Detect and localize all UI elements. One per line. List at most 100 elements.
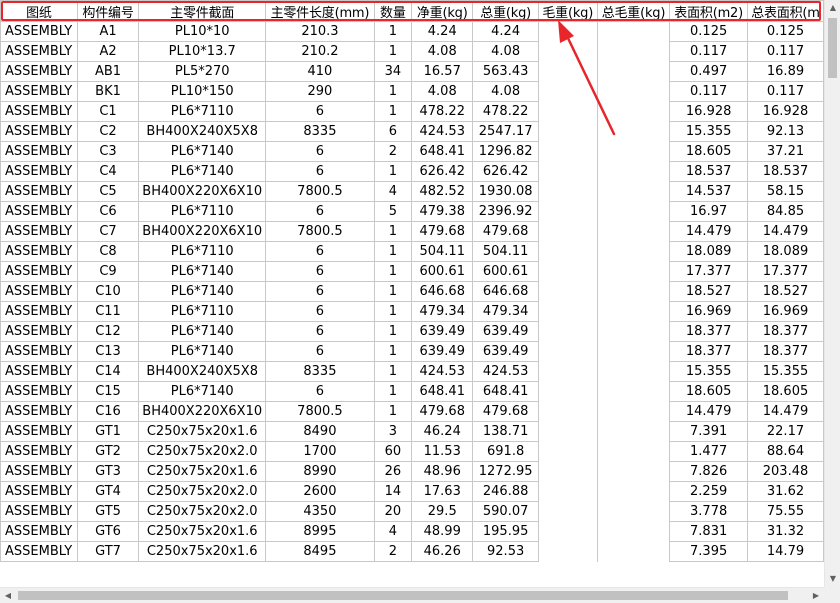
net-weight-cell[interactable]: 48.96 [411,461,474,482]
surface-area-cell[interactable]: 2.259 [669,481,748,502]
part-id-cell[interactable]: C1 [76,101,140,122]
triangle-right-icon[interactable]: ▶ [808,588,824,603]
gross-weight-cell[interactable] [537,61,598,82]
part-id-cell[interactable]: C15 [76,381,140,402]
table-row[interactable]: ASSEMBLY GT4 C250x75x20x2.0 2600 14 17.63 246.… [0,481,824,502]
part-id-cell[interactable]: C9 [76,261,140,282]
length-cell[interactable]: 2600 [265,481,375,502]
gross-weight-cell[interactable] [537,321,598,342]
drawing-cell[interactable]: ASSEMBLY [0,301,78,322]
quantity-cell[interactable]: 34 [373,61,413,82]
total-weight-cell[interactable]: 479.34 [472,301,539,322]
net-weight-cell[interactable]: 11.53 [411,441,474,462]
part-id-cell[interactable]: C10 [76,281,140,302]
length-cell[interactable]: 6 [265,161,375,182]
length-cell[interactable]: 4350 [265,501,375,522]
total-gross-weight-cell[interactable] [596,401,671,422]
surface-area-cell[interactable]: 18.527 [669,281,748,302]
quantity-cell[interactable]: 1 [373,281,413,302]
table-row[interactable]: ASSEMBLY BK1 PL10*150 290 1 4.08 4.08 0.117 0.11… [0,81,824,102]
total-weight-cell[interactable]: 639.49 [472,341,539,362]
length-cell[interactable]: 290 [265,81,375,102]
total-weight-cell[interactable]: 246.88 [472,481,539,502]
section-cell[interactable]: C250x75x20x1.6 [138,421,267,442]
surface-area-cell[interactable]: 18.089 [669,241,748,262]
length-cell[interactable]: 6 [265,261,375,282]
section-cell[interactable]: PL6*7110 [138,241,267,262]
gross-weight-cell[interactable] [537,441,598,462]
table-row[interactable]: ASSEMBLY C2 BH400X240X5X8 8335 6 424.53 2547.1… [0,121,824,142]
surface-area-cell[interactable]: 1.477 [669,441,748,462]
quantity-cell[interactable]: 1 [373,321,413,342]
total-surface-area-cell[interactable]: 16.928 [747,101,824,122]
total-weight-cell[interactable]: 1272.95 [472,461,539,482]
total-weight-cell[interactable]: 4.08 [472,41,539,62]
net-weight-cell[interactable]: 4.08 [411,81,474,102]
net-weight-cell[interactable]: 48.99 [411,521,474,542]
drawing-cell[interactable]: ASSEMBLY [0,61,78,82]
total-weight-cell[interactable]: 4.08 [472,81,539,102]
section-cell[interactable]: PL6*7140 [138,141,267,162]
surface-area-cell[interactable]: 18.605 [669,141,748,162]
column-header[interactable]: 图纸 [0,0,78,22]
table-row[interactable]: ASSEMBLY C16 BH400X220X6X10 7800.5 1 479.68 47… [0,401,824,422]
surface-area-cell[interactable]: 14.537 [669,181,748,202]
surface-area-cell[interactable]: 15.355 [669,121,748,142]
part-id-cell[interactable]: GT2 [76,441,140,462]
drawing-cell[interactable]: ASSEMBLY [0,81,78,102]
total-surface-area-cell[interactable]: 15.355 [747,361,824,382]
table-row[interactable]: ASSEMBLY C11 PL6*7110 6 1 479.34 479.34 16.969 1… [0,301,824,322]
horizontal-scrollbar[interactable]: ◀ ▶ [0,587,824,603]
total-surface-area-cell[interactable]: 0.117 [747,81,824,102]
table-row[interactable]: ASSEMBLY C6 PL6*7110 6 5 479.38 2396.92 16.97 84… [0,201,824,222]
part-id-cell[interactable]: C14 [76,361,140,382]
net-weight-cell[interactable]: 626.42 [411,161,474,182]
drawing-cell[interactable]: ASSEMBLY [0,261,78,282]
surface-area-cell[interactable]: 18.377 [669,321,748,342]
net-weight-cell[interactable]: 600.61 [411,261,474,282]
column-header[interactable]: 总表面积(m [747,0,824,22]
total-weight-cell[interactable]: 2547.17 [472,121,539,142]
part-id-cell[interactable]: GT3 [76,461,140,482]
part-id-cell[interactable]: C12 [76,321,140,342]
part-id-cell[interactable]: GT1 [76,421,140,442]
part-id-cell[interactable]: A1 [76,21,140,42]
total-weight-cell[interactable]: 1930.08 [472,181,539,202]
total-surface-area-cell[interactable]: 88.64 [747,441,824,462]
section-cell[interactable]: PL10*13.7 [138,41,267,62]
section-cell[interactable]: BH400X220X6X10 [138,221,267,242]
total-weight-cell[interactable]: 4.24 [472,21,539,42]
table-row[interactable]: ASSEMBLY GT2 C250x75x20x2.0 1700 60 11.53 691.… [0,441,824,462]
net-weight-cell[interactable]: 504.11 [411,241,474,262]
column-header[interactable]: 总重(kg) [472,0,539,22]
quantity-cell[interactable]: 4 [373,181,413,202]
total-gross-weight-cell[interactable] [596,461,671,482]
total-gross-weight-cell[interactable] [596,261,671,282]
total-surface-area-cell[interactable]: 92.13 [747,121,824,142]
surface-area-cell[interactable]: 15.355 [669,361,748,382]
surface-area-cell[interactable]: 7.831 [669,521,748,542]
drawing-cell[interactable]: ASSEMBLY [0,161,78,182]
part-id-cell[interactable]: C5 [76,181,140,202]
table-row[interactable]: ASSEMBLY GT6 C250x75x20x1.6 8995 4 48.99 195.9… [0,521,824,542]
section-cell[interactable]: PL6*7110 [138,301,267,322]
total-weight-cell[interactable]: 478.22 [472,101,539,122]
length-cell[interactable]: 8335 [265,361,375,382]
surface-area-cell[interactable]: 7.395 [669,541,748,562]
section-cell[interactable]: PL10*150 [138,81,267,102]
total-weight-cell[interactable]: 648.41 [472,381,539,402]
total-weight-cell[interactable]: 138.71 [472,421,539,442]
drawing-cell[interactable]: ASSEMBLY [0,481,78,502]
table-row[interactable]: ASSEMBLY C10 PL6*7140 6 1 646.68 646.68 18.527 1… [0,281,824,302]
drawing-cell[interactable]: ASSEMBLY [0,41,78,62]
total-weight-cell[interactable]: 195.95 [472,521,539,542]
part-id-cell[interactable]: GT6 [76,521,140,542]
total-gross-weight-cell[interactable] [596,421,671,442]
section-cell[interactable]: PL6*7140 [138,341,267,362]
column-header[interactable]: 主零件截面 [138,0,267,22]
table-row[interactable]: ASSEMBLY GT5 C250x75x20x2.0 4350 20 29.5 590.0… [0,501,824,522]
gross-weight-cell[interactable] [537,181,598,202]
gross-weight-cell[interactable] [537,521,598,542]
section-cell[interactable]: BH400X240X5X8 [138,361,267,382]
total-gross-weight-cell[interactable] [596,21,671,42]
